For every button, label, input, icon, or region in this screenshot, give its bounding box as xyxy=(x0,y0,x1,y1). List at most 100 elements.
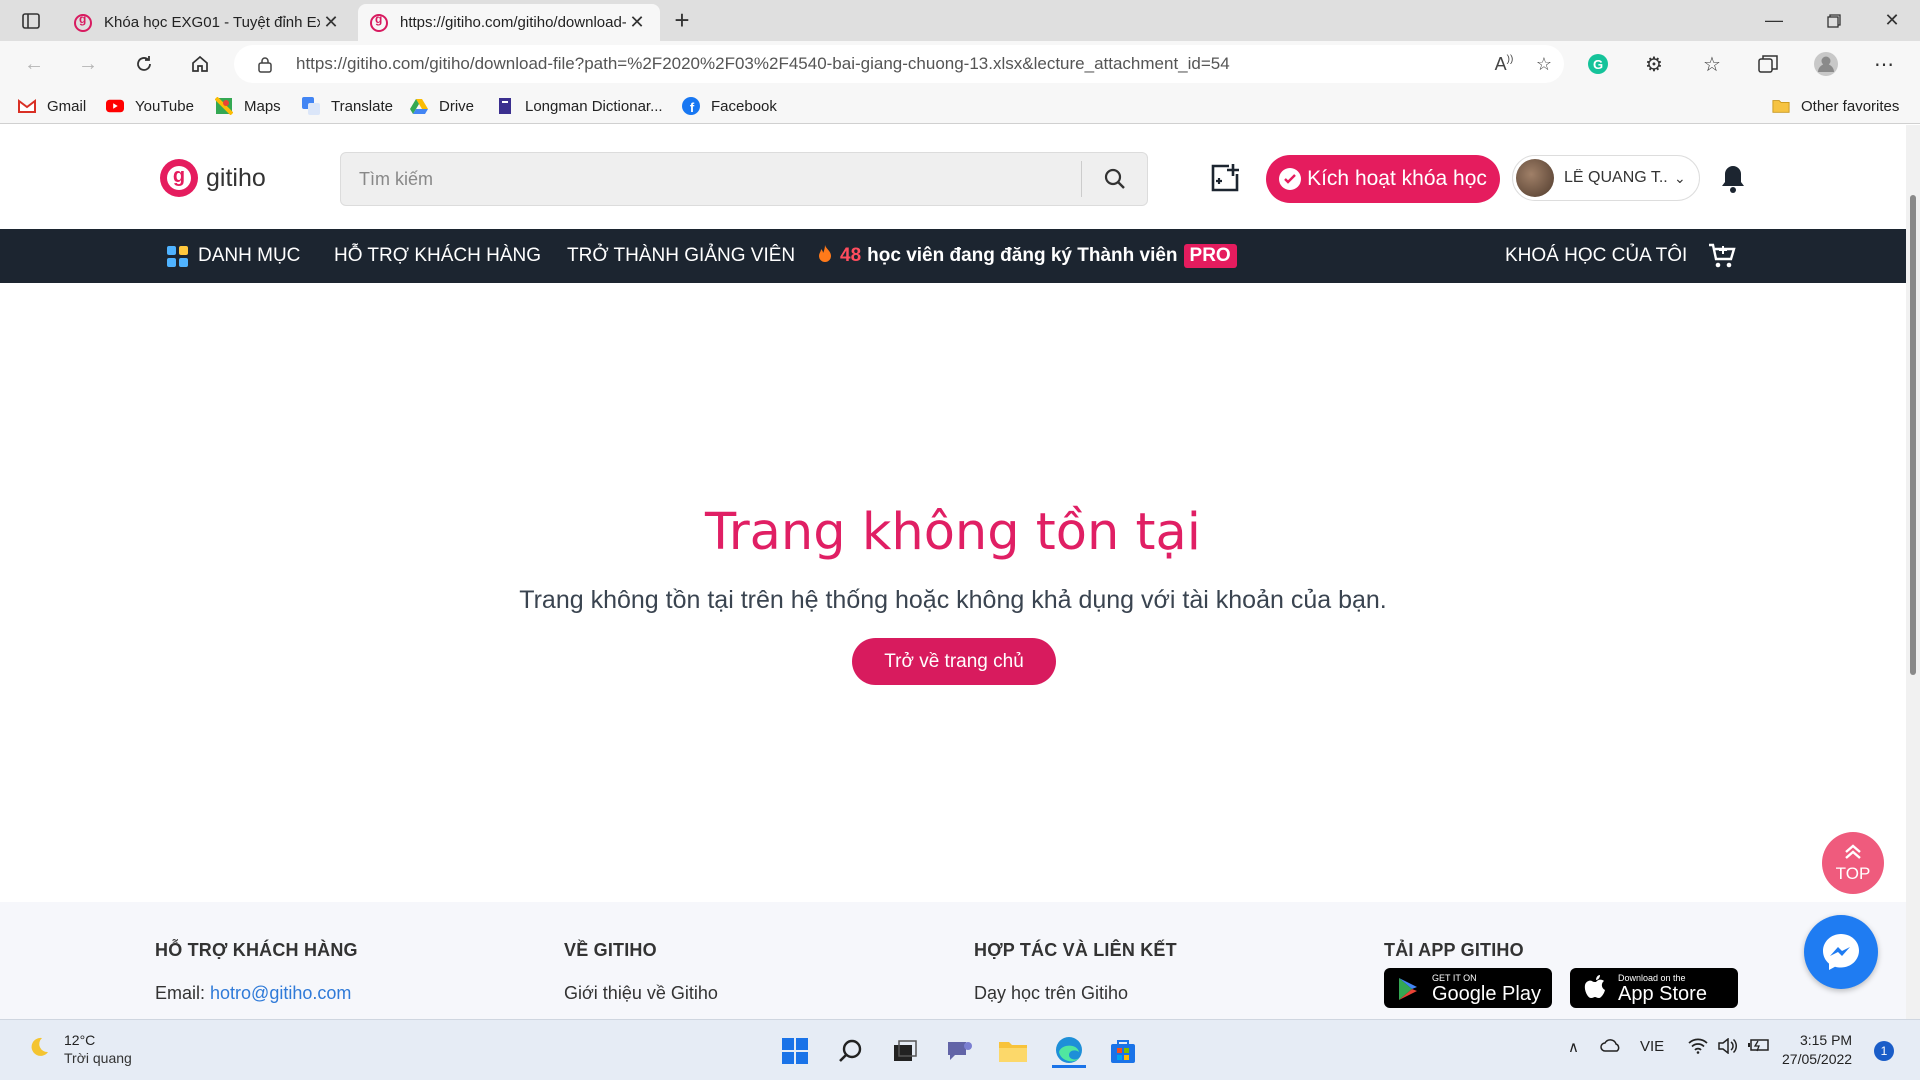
gitiho-logo[interactable]: g gitiho xyxy=(160,159,266,197)
app-store-small: Download on the xyxy=(1618,973,1686,983)
bookmark-facebook[interactable]: f Facebook xyxy=(682,95,777,117)
address-url[interactable]: https://gitiho.com/gitiho/download-file?… xyxy=(296,54,1484,74)
nav-category[interactable]: DANH MỤC xyxy=(167,229,300,283)
notification-bell-icon[interactable] xyxy=(1718,163,1748,195)
messenger-chat-button[interactable] xyxy=(1804,915,1878,989)
close-tab-icon[interactable]: ✕ xyxy=(626,12,648,33)
browser-tab[interactable]: Khóa học EXG01 - Tuyệt đỉnh Excel ✕ xyxy=(62,4,354,41)
add-box-icon xyxy=(1211,164,1239,192)
weather-temperature: 12°C xyxy=(64,1032,96,1048)
collections-icon[interactable] xyxy=(1750,47,1786,81)
close-window-icon[interactable]: ✕ xyxy=(1864,0,1920,41)
search-box xyxy=(340,152,1148,206)
facebook-icon: f xyxy=(682,97,700,115)
cart-icon[interactable] xyxy=(1706,241,1738,271)
pro-signup-promo[interactable]: 48 học viên đang đăng ký Thành viên PRO xyxy=(818,229,1237,283)
search-button[interactable] xyxy=(1081,161,1147,197)
double-chevron-up-icon xyxy=(1844,843,1862,864)
back-home-button[interactable]: Trở về trang chủ xyxy=(852,638,1056,685)
extensions-icon[interactable]: ⚙ xyxy=(1636,47,1672,81)
error-description: Trang không tồn tại trên hệ thống hoặc k… xyxy=(519,586,1387,614)
other-favorites-label: Other favorites xyxy=(1801,97,1900,115)
tab-title: https://gitiho.com/gitiho/download-file?… xyxy=(400,14,626,31)
bookmark-label: Gmail xyxy=(47,97,87,115)
gmail-icon xyxy=(18,98,36,114)
avatar xyxy=(1516,159,1554,197)
bookmark-longman[interactable]: Longman Dictionar... xyxy=(496,95,663,117)
favorites-icon[interactable]: ☆ xyxy=(1694,47,1730,81)
windows-taskbar: 12°C Trời quang ∧ VIE 3:15 PM 27/05/2022… xyxy=(0,1019,1920,1080)
google-play-badge[interactable]: GET IT ON Google Play xyxy=(1384,968,1552,1008)
refresh-icon[interactable] xyxy=(126,47,162,81)
teach-on-gitiho-link[interactable]: Dạy học trên Gitiho xyxy=(974,983,1177,1004)
home-icon[interactable] xyxy=(182,47,218,81)
activate-course-button[interactable]: Kích hoạt khóa học xyxy=(1266,155,1500,203)
bookmark-label: Longman Dictionar... xyxy=(525,97,663,115)
address-bar[interactable]: https://gitiho.com/gitiho/download-file?… xyxy=(234,45,1564,83)
file-explorer-icon[interactable] xyxy=(996,1034,1030,1068)
back-icon[interactable]: ← xyxy=(16,47,52,81)
wifi-icon[interactable] xyxy=(1688,1038,1708,1054)
footer-about-column: VỀ GITIHO Giới thiệu về Gitiho xyxy=(564,940,718,1004)
promo-text: học viên đang đăng ký Thành viên xyxy=(867,245,1178,266)
language-indicator[interactable]: VIE xyxy=(1640,1038,1664,1055)
system-clock[interactable]: 3:15 PM 27/05/2022 xyxy=(1782,1031,1852,1069)
profile-icon[interactable] xyxy=(1808,47,1844,81)
microsoft-store-icon[interactable] xyxy=(1106,1034,1140,1068)
weather-widget[interactable]: 12°C Trời quang xyxy=(26,1032,132,1066)
promo-count: 48 xyxy=(840,245,862,266)
search-icon[interactable] xyxy=(834,1034,868,1068)
search-input[interactable] xyxy=(341,153,1081,205)
close-tab-icon[interactable]: ✕ xyxy=(320,12,342,33)
browser-tab-active[interactable]: https://gitiho.com/gitiho/download-file?… xyxy=(358,4,660,41)
grammarly-icon[interactable]: G xyxy=(1580,47,1616,81)
gitiho-favicon-icon xyxy=(74,12,92,32)
forward-icon[interactable]: → xyxy=(70,47,106,81)
support-email-link[interactable]: hotro@gitiho.com xyxy=(210,983,351,1003)
page-scrollbar[interactable] xyxy=(1906,125,1920,1019)
new-tab-button[interactable]: + xyxy=(666,6,698,36)
more-menu-icon[interactable]: ⋯ xyxy=(1866,47,1902,81)
bookmark-label: Maps xyxy=(244,97,281,115)
fire-icon xyxy=(818,244,832,268)
read-aloud-icon[interactable]: A)) xyxy=(1484,54,1524,75)
category-grid-icon xyxy=(167,245,188,267)
user-menu[interactable]: LÊ QUANG T... ⌄ xyxy=(1512,155,1700,201)
scrollbar-thumb[interactable] xyxy=(1910,195,1916,675)
volume-icon[interactable] xyxy=(1718,1038,1738,1054)
show-hidden-icons-icon[interactable]: ∧ xyxy=(1568,1038,1579,1056)
other-favorites[interactable]: Other favorites xyxy=(1772,95,1899,117)
start-icon[interactable] xyxy=(778,1034,812,1068)
minimize-icon[interactable]: — xyxy=(1746,0,1802,41)
app-store-big: App Store xyxy=(1618,983,1707,1005)
scroll-top-button[interactable]: TOP xyxy=(1822,832,1884,894)
bookmark-label: Drive xyxy=(439,97,475,115)
bookmark-gmail[interactable]: Gmail xyxy=(18,95,86,117)
notification-count-badge[interactable]: 1 xyxy=(1874,1041,1894,1061)
bookmark-drive[interactable]: Drive xyxy=(410,95,474,117)
onedrive-cloud-icon[interactable] xyxy=(1600,1038,1622,1052)
bookmark-youtube[interactable]: YouTube xyxy=(106,95,194,117)
lock-icon[interactable] xyxy=(256,56,274,73)
bookmark-translate[interactable]: Translate xyxy=(302,95,393,117)
restore-icon[interactable] xyxy=(1806,0,1862,41)
app-store-badge[interactable]: Download on the App Store xyxy=(1570,968,1738,1008)
nav-my-courses[interactable]: KHOÁ HỌC CỦA TÔI xyxy=(1505,229,1687,283)
maps-icon xyxy=(215,97,233,115)
error-title: Trang không tồn tại xyxy=(705,503,1201,562)
about-gitiho-link[interactable]: Giới thiệu về Gitiho xyxy=(564,983,718,1004)
tab-actions-icon[interactable] xyxy=(12,7,50,35)
create-course-button[interactable] xyxy=(1206,159,1244,197)
browser-toolbar: ← → https://gitiho.com/gitiho/download-f… xyxy=(0,41,1920,87)
nav-become-instructor[interactable]: TRỞ THÀNH GIẢNG VIÊN xyxy=(567,229,795,283)
teams-chat-icon[interactable] xyxy=(942,1034,976,1068)
nav-support[interactable]: HỖ TRỢ KHÁCH HÀNG xyxy=(334,229,541,283)
tab-title: Khóa học EXG01 - Tuyệt đỉnh Excel xyxy=(104,14,320,31)
task-view-icon[interactable] xyxy=(888,1034,922,1068)
edge-browser-icon[interactable] xyxy=(1052,1034,1086,1068)
google-play-big: Google Play xyxy=(1432,983,1541,1005)
user-name: LÊ QUANG T... xyxy=(1564,169,1668,186)
battery-icon[interactable] xyxy=(1748,1038,1770,1052)
add-favorite-icon[interactable]: ☆ xyxy=(1524,54,1564,75)
bookmark-maps[interactable]: Maps xyxy=(215,95,281,117)
